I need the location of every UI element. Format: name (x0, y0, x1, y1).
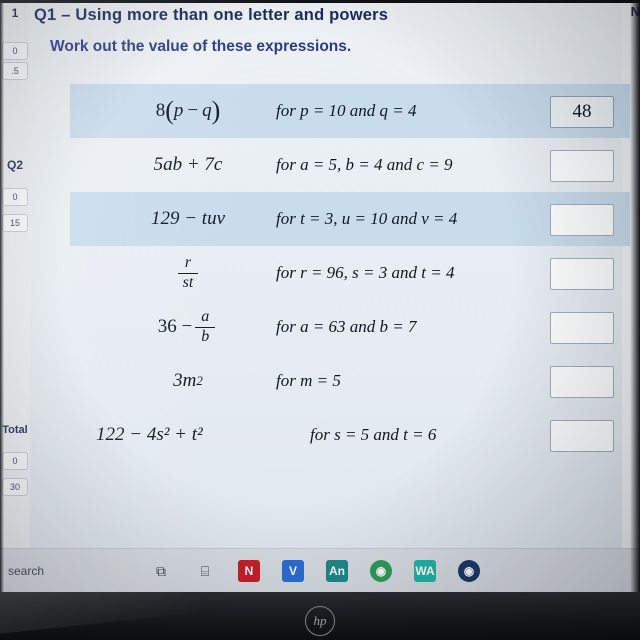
question-title: Using more than one letter and powers (75, 6, 389, 24)
expression-power: 2 (196, 373, 203, 388)
expression-coefficient: 8 (155, 100, 166, 121)
fraction: a b (195, 307, 216, 346)
rail-item-total: Total (2, 424, 28, 436)
question-number: Q1 (34, 6, 57, 24)
condition-cell: for m = 5 (276, 371, 341, 390)
answer-box[interactable] (550, 204, 614, 236)
chrome-icon[interactable]: ◉ (370, 560, 392, 582)
answer-box[interactable] (550, 150, 614, 182)
edge-icon[interactable]: ◉ (458, 560, 480, 582)
condition-cell: for t = 3, u = 10 and v = 4 (276, 209, 458, 228)
expression-operator: − (187, 100, 199, 121)
expression-term-a: p (173, 100, 184, 121)
rail-total-max: 30 (2, 478, 28, 496)
table-row: 8 ( p − q ) for p = 10 and q = 4 48 (70, 84, 630, 138)
table-row: r st for r = 96, s = 3 and t = 4 (70, 246, 630, 300)
instruction-text: Work out the value of these expressions. (50, 38, 352, 55)
screen-edge-right (630, 0, 640, 592)
search-input[interactable]: search (0, 549, 128, 593)
condition-cell: for a = 5, b = 4 and c = 9 (276, 155, 453, 174)
rail-total-current: 0 (2, 452, 28, 470)
taskbar-icon-group: ⧉ ⌸ N V An ◉ WA ◉ (150, 549, 480, 593)
fraction-numerator: r (184, 253, 192, 271)
whatsapp-icon[interactable]: WA (414, 560, 436, 582)
video-icon[interactable]: V (282, 560, 304, 582)
worksheet-left-rail: 1 0 .5 Q2 0 15 Total 0 30 (0, 0, 30, 548)
task-view-icon[interactable]: ⧉ (150, 560, 172, 582)
expression-cell: 122 − 4s² + t² (96, 424, 203, 445)
screen-edge-left (0, 0, 4, 592)
table-row: 36 − a b for a = 63 and b = 7 (70, 300, 630, 354)
expression-lead: 36 − (157, 316, 193, 337)
rail-score-q1-current: 0 (2, 42, 28, 60)
expression-cell: 36 − a b (98, 300, 278, 354)
expression-cell: 8 ( p − q ) (98, 84, 278, 138)
search-placeholder: search (8, 564, 45, 578)
answer-box[interactable]: 48 (550, 96, 614, 128)
answer-box[interactable] (550, 312, 614, 344)
answer-box[interactable] (550, 420, 614, 452)
page-title: Q1 – Using more than one letter and powe… (34, 6, 554, 25)
expressions-table: 8 ( p − q ) for p = 10 and q = 4 48 5ab … (70, 84, 630, 462)
photographed-laptop-screen: 1 0 .5 Q2 0 15 Total 0 30 N Q1 – Using m… (0, 0, 640, 640)
netflix-icon[interactable]: N (238, 560, 260, 582)
expression-cell: 3m 2 (98, 354, 278, 408)
fraction-denominator: st (182, 273, 194, 291)
table-row: 5ab + 7c for a = 5, b = 4 and c = 9 (70, 138, 630, 192)
answer-box[interactable] (550, 258, 614, 290)
paren-close: ) (211, 96, 221, 126)
condition-cell: for s = 5 and t = 6 (310, 425, 437, 444)
table-row: 129 − tuv for t = 3, u = 10 and v = 4 (70, 192, 630, 246)
expression-cell: 129 − tuv (150, 208, 226, 229)
rail-item-q1: 1 (11, 6, 19, 20)
rail-score-q1-total: .5 (2, 62, 28, 80)
fraction: r st (178, 253, 198, 292)
expression-cell: 5ab + 7c (153, 154, 223, 175)
fraction-numerator: a (201, 307, 210, 325)
table-row: 3m 2 for m = 5 (70, 354, 630, 408)
screen-edge-top (0, 0, 640, 3)
table-row: 122 − 4s² + t² for s = 5 and t = 6 (70, 408, 630, 462)
condition-cell: for r = 96, s = 3 and t = 4 (276, 263, 455, 282)
rail-item-q2: Q2 (6, 158, 23, 172)
windows-taskbar: search ⧉ ⌸ N V An ◉ WA ◉ (0, 548, 640, 593)
rail-score-q2-total: 15 (2, 214, 28, 232)
paren-open: ( (165, 96, 174, 126)
answer-box[interactable] (550, 366, 614, 398)
condition-cell: for p = 10 and q = 4 (276, 101, 417, 120)
expression-cell: r st (98, 246, 278, 300)
anaconda-icon[interactable]: An (326, 560, 348, 582)
expression-base: 3m (173, 370, 197, 391)
windows-apps-icon[interactable]: ⌸ (194, 560, 216, 582)
expression-term-b: q (202, 100, 212, 121)
hp-logo: hp (305, 606, 335, 636)
title-dash: – (61, 6, 71, 24)
fraction-denominator: b (201, 327, 210, 345)
worksheet-page: N Q1 – Using more than one letter and po… (28, 0, 640, 548)
condition-cell: for a = 63 and b = 7 (276, 317, 417, 336)
rail-score-q2-current: 0 (2, 188, 28, 206)
